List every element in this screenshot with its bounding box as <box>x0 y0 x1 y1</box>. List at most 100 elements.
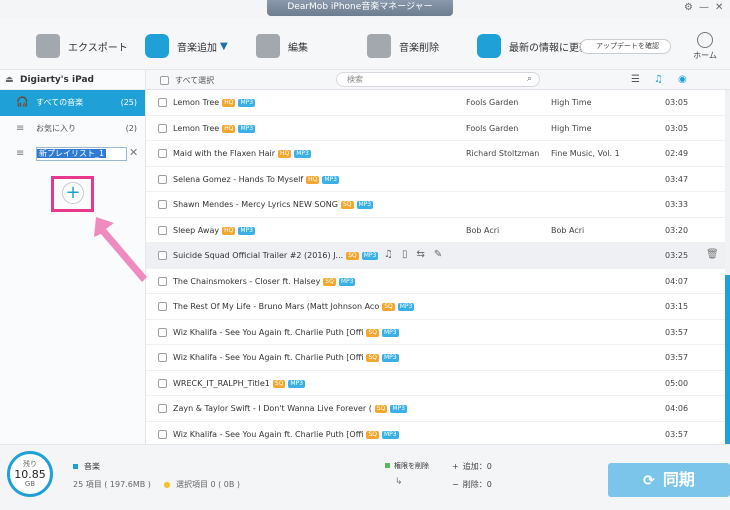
song-title: Wiz Khalifa - See You Again ft. Charlie … <box>173 353 399 362</box>
song-duration: 03:57 <box>665 327 689 337</box>
refresh-icon <box>477 34 501 58</box>
format-badge: MP3 <box>381 354 399 362</box>
quality-badge: HQ <box>306 175 320 184</box>
add-count-text: 追加：0 <box>462 462 492 471</box>
table-row[interactable]: The Chainsmokers - Closer ft. Halsey SQ MP… <box>146 269 725 294</box>
minimize-icon[interactable]: — <box>699 2 709 13</box>
ringtone-icon[interactable]: ♫ <box>384 249 393 260</box>
album-view-icon[interactable]: ◉ <box>678 74 687 85</box>
row-checkbox[interactable] <box>158 174 167 184</box>
scrollbar-thumb[interactable] <box>725 275 730 444</box>
select-all-checkbox[interactable] <box>160 76 169 85</box>
song-title: Wiz Khalifa - See You Again ft. Charlie … <box>173 429 399 439</box>
check-update-button[interactable]: アップデートを確認 <box>580 39 671 54</box>
sync-button[interactable]: ⟳ 同期 <box>608 463 730 497</box>
close-icon[interactable]: ✕ <box>715 2 723 13</box>
scrollbar[interactable] <box>725 90 730 444</box>
format-badge: MP3 <box>381 430 399 439</box>
song-title: Shawn Mendes - Mercy Lyrics NEW SONG SQ MP… <box>173 200 374 209</box>
row-checkbox[interactable] <box>158 327 167 337</box>
list-view-icon[interactable]: ☰ <box>631 74 640 85</box>
home-button[interactable]: ホーム <box>690 32 720 61</box>
song-duration: 03:33 <box>665 200 689 209</box>
song-album: High Time <box>551 123 592 133</box>
total-items: 25 項目 ( 197.6MB ) <box>73 480 151 489</box>
song-album: High Time <box>551 98 592 107</box>
device-name[interactable]: Digiarty's iPad <box>0 70 145 90</box>
delete-music-label: 音楽削除 <box>399 42 439 54</box>
search-placeholder: 検索 <box>347 75 363 84</box>
song-duration: 03:57 <box>665 353 689 362</box>
export-button[interactable]: エクスポート <box>36 32 128 60</box>
playlist-name-input[interactable]: 新プレイリスト_1 <box>36 147 127 161</box>
row-checkbox[interactable] <box>158 276 167 286</box>
table-row[interactable]: Suicide Squad Official Trailer #2 (2016)… <box>146 243 725 269</box>
close-icon[interactable]: ✕ <box>129 146 138 159</box>
row-checkbox[interactable] <box>158 302 167 311</box>
category-label: 音楽 <box>73 461 100 472</box>
song-duration: 04:07 <box>665 276 689 286</box>
search-input[interactable]: 検索 ⌕ <box>336 72 540 87</box>
table-row[interactable]: WRECK_IT_RALPH_Title1 SQ MP3 05:00 <box>146 371 725 396</box>
home-label: ホーム <box>693 51 717 60</box>
refresh-button[interactable]: 最新の情報に更新 <box>477 32 589 60</box>
edit-icon <box>256 34 280 58</box>
format-badge: MP3 <box>397 303 415 311</box>
table-row[interactable]: Selena Gomez - Hands To Myself HQ MP3 03:47 <box>146 167 725 192</box>
song-title: Suicide Squad Official Trailer #2 (2016)… <box>173 251 379 260</box>
row-checkbox[interactable] <box>158 149 167 158</box>
format-badge: MP3 <box>356 201 374 209</box>
quality-badge: SQ <box>366 354 379 362</box>
sidebar-item-favorites[interactable]: ≡ お気に入り (2) <box>0 116 145 142</box>
row-checkbox[interactable] <box>158 251 167 260</box>
format-badge: MP3 <box>238 226 255 235</box>
chevron-down-icon[interactable]: ▼ <box>220 41 228 52</box>
delete-music-button[interactable]: 音楽削除 <box>367 32 439 60</box>
select-all[interactable]: すべて選択 <box>160 75 214 86</box>
selected-items: 選択項目 0 ( 0B ) <box>175 480 241 489</box>
delete-music-icon <box>367 34 391 58</box>
table-row[interactable]: The Rest Of My Life - Bruno Mars (Matt J… <box>146 294 725 320</box>
minus-icon: − <box>452 480 459 489</box>
add-playlist-button[interactable]: + <box>62 182 84 204</box>
quality-badge: SQ <box>366 328 379 337</box>
search-icon[interactable]: ⌕ <box>527 73 532 86</box>
trash-icon[interactable]: 🗑 <box>706 249 719 260</box>
settings-icon[interactable]: ⚙ <box>684 2 693 13</box>
row-actions: ♫ ▯ ⇆ ✎ <box>384 249 442 260</box>
table-row[interactable]: Shawn Mendes - Mercy Lyrics NEW SONG SQ MP… <box>146 192 725 218</box>
edit-button[interactable]: 編集 <box>256 32 308 60</box>
transfer-icon[interactable]: ⇆ <box>416 249 424 260</box>
row-checkbox[interactable] <box>158 98 167 107</box>
row-checkbox[interactable] <box>158 429 167 439</box>
artist-view-icon[interactable]: ♫ <box>654 74 663 85</box>
table-row[interactable]: Lemon Tree HQ MP3 Fools Garden High Time 03:0… <box>146 90 725 116</box>
sidebar-item-count: (2) <box>125 124 137 133</box>
add-music-button[interactable]: 音楽追加 ▼ <box>145 32 228 60</box>
quality-badge: HQ <box>222 226 236 235</box>
storage-gauge: 残り 10.85 GB <box>7 451 53 497</box>
add-music-icon <box>145 34 169 58</box>
table-row[interactable]: Maid with the Flaxen Hair HQ MP3 Richard St… <box>146 141 725 167</box>
row-checkbox[interactable] <box>158 378 167 388</box>
table-row[interactable]: Lemon Tree HQ MP3 Fools Garden High Time 03:0… <box>146 116 725 141</box>
quality-badge: HQ <box>278 150 292 158</box>
row-checkbox[interactable] <box>158 225 167 235</box>
row-checkbox[interactable] <box>158 200 167 209</box>
playlist-icon: ≡ <box>16 123 25 134</box>
song-title: Selena Gomez - Hands To Myself HQ MP3 <box>173 174 340 184</box>
remove-count-text: 削除：0 <box>462 480 492 489</box>
table-row[interactable]: Zayn & Taylor Swift - I Don't Wanna Live… <box>146 396 725 422</box>
phone-icon[interactable]: ▯ <box>402 249 408 260</box>
table-row[interactable]: Sleep Away HQ MP3 Bob Acri Bob Acri 03:20 <box>146 218 725 243</box>
row-checkbox[interactable] <box>158 123 167 133</box>
quality-badge: SQ <box>374 405 388 413</box>
table-row[interactable]: Wiz Khalifa - See You Again ft. Charlie … <box>146 320 725 345</box>
edit-icon[interactable]: ✎ <box>434 249 442 260</box>
song-artist: Fools Garden <box>466 123 519 133</box>
row-checkbox[interactable] <box>158 404 167 413</box>
sync-icon: ⟳ <box>643 473 655 489</box>
row-checkbox[interactable] <box>158 353 167 362</box>
table-row[interactable]: Wiz Khalifa - See You Again ft. Charlie … <box>146 345 725 371</box>
sidebar-item-all-music[interactable]: 🎧 すべての音楽 (25) <box>0 90 145 116</box>
